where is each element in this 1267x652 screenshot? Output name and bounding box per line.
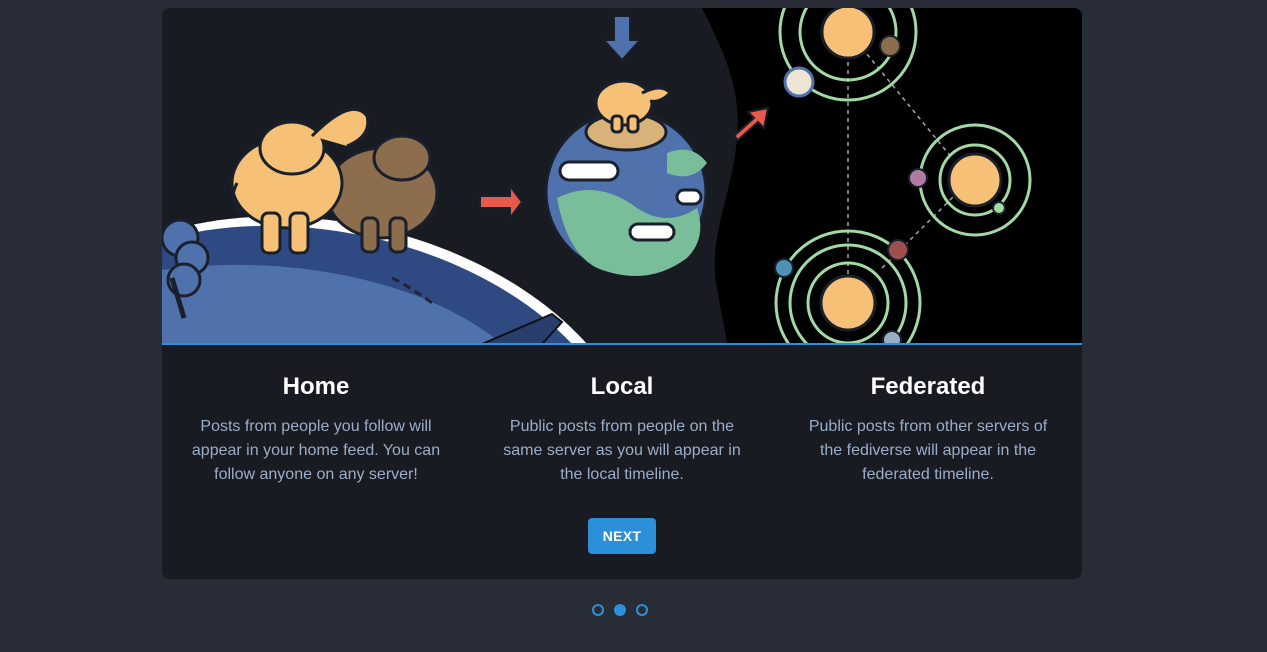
pagination-dot-3[interactable] [636,604,648,616]
onboarding-modal: Home Posts from people you follow will a… [162,8,1082,579]
arrow-down-icon [601,15,643,62]
column-description: Public posts from other servers of the f… [808,418,1048,483]
timelines-illustration [162,8,1082,344]
next-button[interactable]: NEXT [588,518,656,554]
column-description: Public posts from people on the same ser… [503,418,741,483]
pagination-dot-2[interactable] [614,604,626,616]
arrow-right-icon [479,183,524,221]
timeline-columns: Home Posts from people you follow will a… [162,345,1082,505]
column-title: Local [590,373,654,400]
column-title: Federated [870,373,986,400]
column-local: Local Public posts from people on the sa… [492,345,752,487]
column-home: Home Posts from people you follow will a… [186,345,446,487]
pagination-dot-1[interactable] [592,604,604,616]
column-description: Posts from people you follow will appear… [191,418,441,483]
local-planet [544,110,708,276]
column-federated: Federated Public posts from other server… [798,345,1058,487]
column-title: Home [282,373,350,400]
pagination-dots [592,604,672,620]
